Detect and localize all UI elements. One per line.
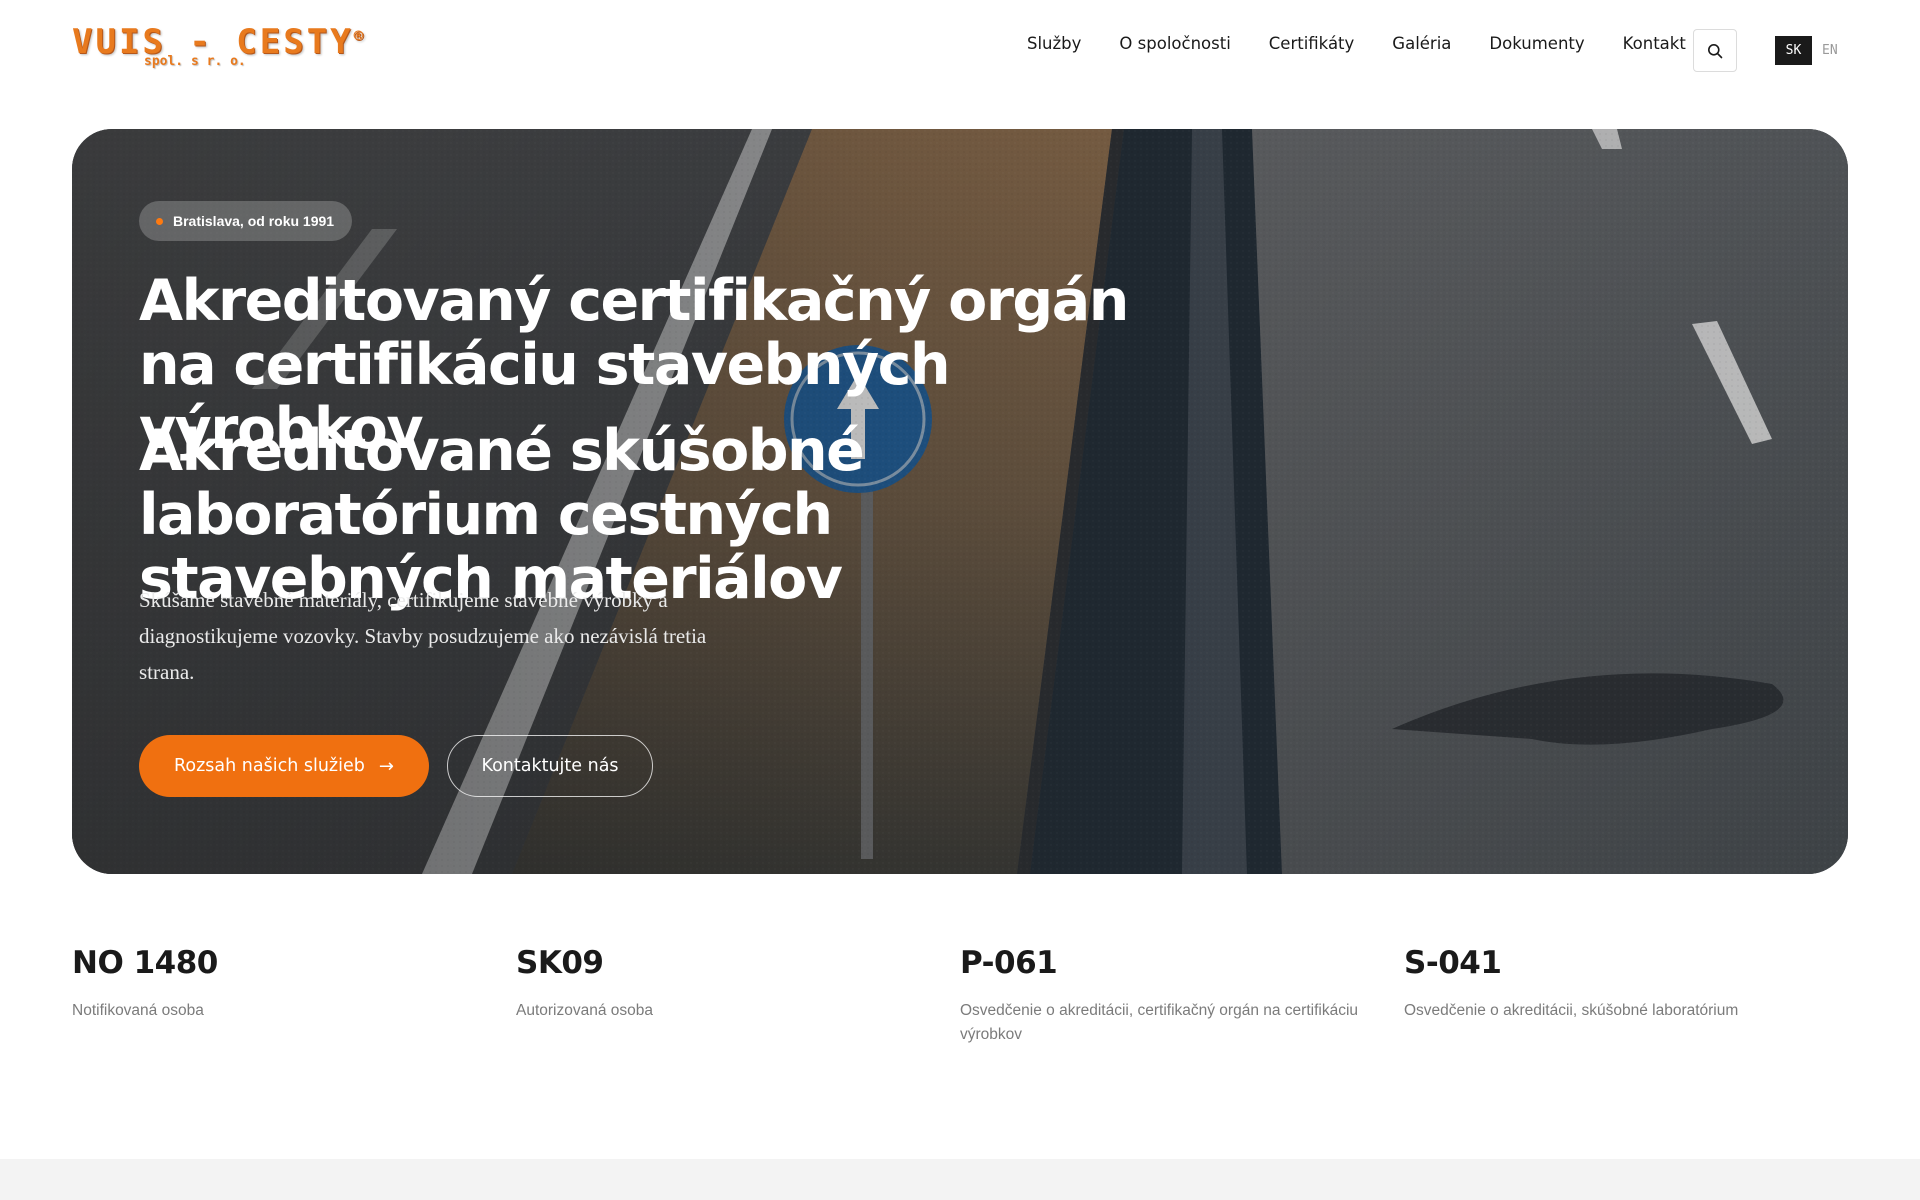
nav-item-o-spolocnosti[interactable]: O spoločnosti (1119, 34, 1230, 53)
search-icon (1708, 43, 1723, 58)
main-navigation: Služby O spoločnosti Certifikáty Galéria… (1027, 34, 1686, 53)
language-switcher: SK EN (1775, 36, 1838, 65)
stat-code: P-061 (960, 945, 1058, 981)
contact-button-label: Kontaktujte nás (481, 756, 619, 776)
nav-item-dokumenty[interactable]: Dokumenty (1489, 34, 1584, 53)
logo-subtitle: spol. s r. o. (144, 54, 246, 69)
stat-label: Autorizovaná osoba (516, 1002, 654, 1019)
accreditation-stats: NO 1480 Notifikovaná osoba SK09 Autorizo… (72, 945, 1848, 1047)
stat-label: Notifikovaná osoba (72, 1002, 204, 1019)
nav-item-sluzby[interactable]: Služby (1027, 34, 1081, 53)
stat-item: SK09 Autorizovaná osoba (516, 945, 960, 1047)
hero-section: Bratislava, od roku 1991 Akreditovaný ce… (72, 129, 1848, 874)
stat-item: NO 1480 Notifikovaná osoba (72, 945, 516, 1047)
badge-text: Bratislava, od roku 1991 (173, 213, 335, 229)
stat-code: NO 1480 (72, 945, 218, 981)
badge-dot-icon (156, 218, 163, 225)
services-button-label: Rozsah našich služieb (174, 756, 365, 776)
stat-item: S-041 Osvedčenie o akreditácii, skúšobné… (1404, 945, 1848, 1047)
language-sk[interactable]: SK (1775, 36, 1812, 65)
search-button[interactable] (1693, 29, 1737, 72)
nav-item-kontakt[interactable]: Kontakt (1623, 34, 1686, 53)
nav-item-galeria[interactable]: Galéria (1392, 34, 1451, 53)
company-logo[interactable]: VUIS - CESTY® spol. s r. o. (72, 22, 363, 74)
next-section-band (0, 1159, 1920, 1200)
logo-registered-mark: ® (353, 26, 367, 45)
language-en[interactable]: EN (1822, 43, 1838, 58)
services-button[interactable]: Rozsah našich služieb → (139, 735, 429, 797)
stat-code: SK09 (516, 945, 604, 981)
site-header: VUIS - CESTY® spol. s r. o. Služby O spo… (0, 0, 1920, 100)
hero-description: Skúšame stavebné materiály, certifikujem… (139, 588, 707, 684)
stat-code: S-041 (1404, 945, 1502, 981)
location-badge: Bratislava, od roku 1991 (139, 201, 353, 241)
nav-item-certifikaty[interactable]: Certifikáty (1269, 34, 1355, 53)
contact-button[interactable]: Kontaktujte nás (447, 735, 653, 797)
arrow-right-icon: → (378, 755, 394, 777)
stat-item: P-061 Osvedčenie o akreditácii, certifik… (960, 945, 1404, 1047)
stat-label: Osvedčenie o akreditácii, certifikačný o… (960, 1002, 1359, 1043)
stat-label: Osvedčenie o akreditácii, skúšobné labor… (1404, 1002, 1739, 1019)
